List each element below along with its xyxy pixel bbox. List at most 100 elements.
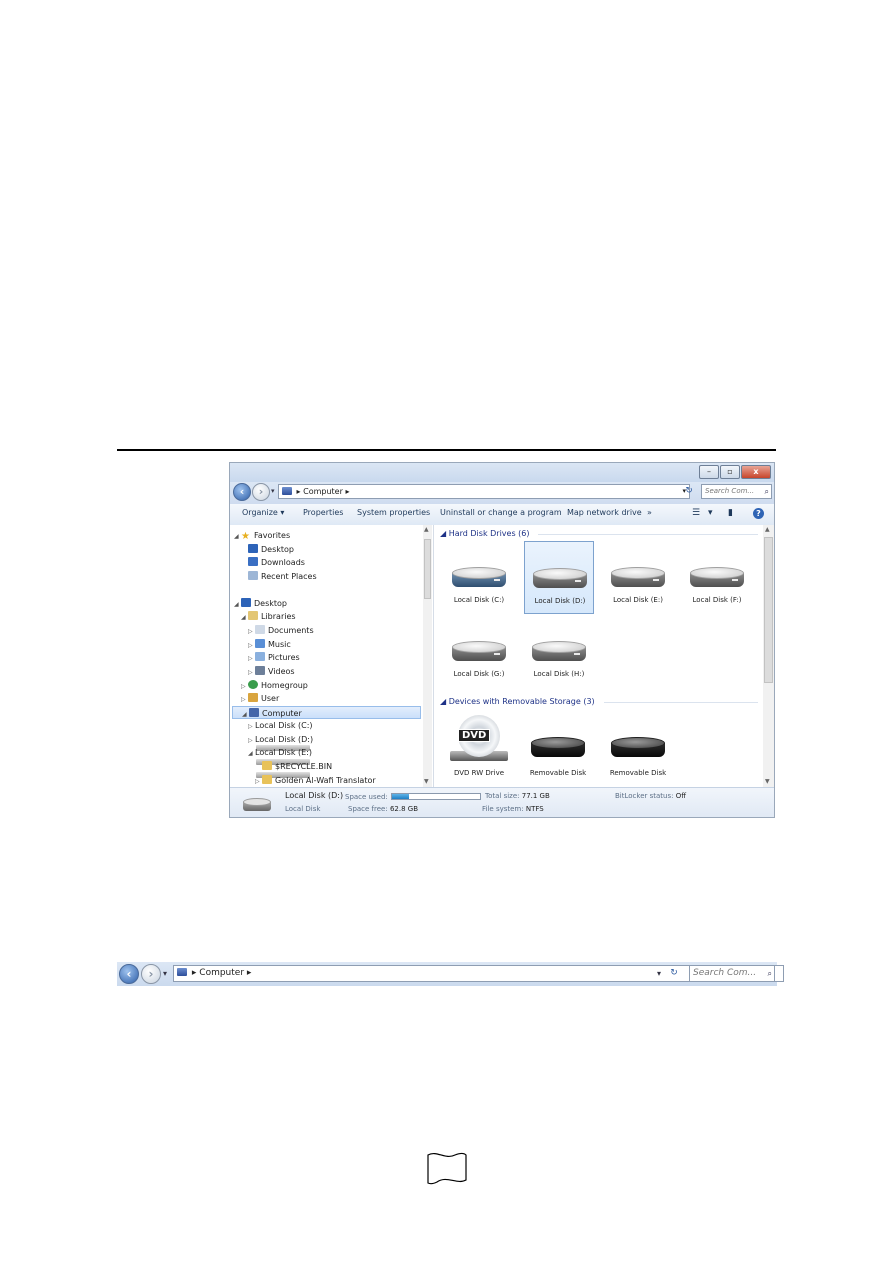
map-network-drive-button[interactable]: Map network drive (567, 508, 642, 517)
address-separator[interactable]: ▸ (345, 487, 349, 496)
drive-label: Local Disk (G:) (453, 670, 505, 678)
address-separator[interactable]: ▸ (247, 968, 252, 978)
address-separator[interactable]: ▸ (192, 968, 197, 978)
address-separator[interactable]: ▸ (297, 487, 301, 496)
computer-icon (177, 968, 187, 976)
nav-item-label: Libraries (261, 612, 296, 621)
refresh-icon[interactable]: ↻ (667, 965, 681, 982)
nav-item-label: Local Disk (D:) (255, 735, 314, 744)
nav-item[interactable]: Desktop (241, 543, 294, 556)
nav-item[interactable]: $RECYCLE.BIN (255, 760, 332, 773)
nav-item[interactable]: ▷ Local Disk (C:) (248, 719, 313, 751)
drive-tile[interactable]: Local Disk (E:) (603, 541, 673, 614)
close-button[interactable]: x (741, 465, 771, 479)
change-view-icon[interactable]: ☰ (692, 508, 700, 518)
nav-item[interactable]: ▷ Music (248, 638, 291, 651)
videos-icon (255, 666, 265, 675)
content-scrollbar[interactable]: ▲ ▼ (763, 525, 774, 787)
expand-arrow-icon[interactable]: ▷ (248, 666, 255, 679)
uninstall-program-button[interactable]: Uninstall or change a program (440, 508, 562, 517)
pictures-icon (255, 652, 265, 661)
recent-places-icon (248, 571, 258, 580)
forward-button[interactable]: › (252, 483, 270, 501)
drive-icon (243, 798, 271, 814)
content-pane: ◢ Hard Disk Drives (6) Local Disk (C:) Lo… (434, 525, 774, 787)
removable-drive-tile[interactable]: Removable Disk (603, 709, 673, 782)
drive-label: Local Disk (D:) (534, 597, 586, 605)
search-icon[interactable]: ⌕ (765, 485, 769, 498)
nav-item[interactable]: ◢ Desktop (234, 597, 287, 610)
expand-arrow-icon[interactable]: ◢ (241, 611, 248, 624)
nav-item[interactable]: ▷ Videos (248, 665, 295, 678)
view-dropdown-icon[interactable]: ▾ (708, 508, 713, 518)
nav-item-label: Desktop (254, 599, 287, 608)
back-button[interactable]: ‹ (119, 964, 139, 984)
nav-item[interactable]: ▷ User (241, 692, 279, 705)
title-bar[interactable]: – ▫ x (230, 463, 774, 482)
nav-item[interactable]: Recent Places (241, 570, 317, 583)
drive-tile[interactable]: Local Disk (C:) (444, 541, 514, 614)
address-path[interactable]: Computer (199, 968, 244, 978)
expand-arrow-icon[interactable]: ▷ (241, 693, 248, 706)
nav-item[interactable]: ◢ Computer (232, 706, 421, 719)
nav-item[interactable]: ▷ Pictures (248, 651, 300, 664)
expand-arrow-icon[interactable]: ▷ (248, 625, 255, 638)
nav-item[interactable]: ▷ Documents (248, 624, 314, 637)
minimize-button[interactable]: – (699, 465, 719, 479)
details-pane: Local Disk (D:) Space used: Total size: … (230, 787, 774, 817)
recent-pages-dropdown-icon[interactable]: ▾ (271, 487, 275, 495)
address-dropdown-icon[interactable]: ▾ (657, 969, 661, 978)
nav-item[interactable]: ▷ Homegroup (241, 679, 308, 692)
system-properties-button[interactable]: System properties (357, 508, 430, 517)
group-header-hard-disks[interactable]: ◢ Hard Disk Drives (6) (440, 529, 530, 538)
command-bar: Organize ▾ Properties System properties … (230, 504, 774, 526)
properties-button[interactable]: Properties (303, 508, 343, 517)
address-path[interactable]: Computer (303, 487, 343, 496)
nav-item[interactable]: ▷ Golden Al-Wafi Translator (255, 774, 376, 787)
nav-item-label: User (261, 694, 280, 703)
drive-tile[interactable]: Local Disk (F:) (682, 541, 752, 614)
navigation-scrollbar[interactable]: ▲ ▼ (423, 525, 432, 787)
more-commands-button[interactable]: » (647, 508, 652, 517)
hard-disk-icon (532, 641, 586, 663)
removable-drive-tile[interactable]: Removable Disk (523, 709, 593, 782)
search-icon[interactable]: ⌕ (768, 966, 772, 981)
nav-item[interactable]: ◢ ★ Favorites (234, 529, 290, 542)
nav-item[interactable]: Downloads (241, 556, 305, 569)
drive-label: Removable Disk (609, 769, 667, 777)
explorer-window: – ▫ x ‹ › ▾ ▸ Computer ▸ ▾ ↻ Search Com.… (229, 462, 775, 818)
recent-pages-dropdown-icon[interactable]: ▾ (163, 969, 167, 978)
scrollbar-thumb[interactable] (424, 539, 431, 599)
expand-arrow-icon[interactable]: ◢ (234, 598, 241, 611)
address-bar[interactable]: ▸ Computer ▸ ▾ (278, 484, 690, 499)
group-header-removable[interactable]: ◢ Devices with Removable Storage (3) (440, 697, 595, 706)
hard-disk-icon (452, 641, 506, 663)
refresh-icon[interactable]: ↻ (682, 484, 696, 499)
drive-tile[interactable]: Local Disk (G:) (444, 615, 514, 688)
search-input[interactable]: Search Com... ⌕ (689, 965, 775, 982)
removable-drive-tile[interactable]: DVD DVD RW Drive (444, 709, 514, 782)
documents-icon (255, 625, 265, 634)
scrollbar-thumb[interactable] (764, 537, 773, 683)
organize-button[interactable]: Organize ▾ (242, 508, 284, 517)
preview-pane-icon[interactable]: ▮ (728, 508, 733, 518)
downloads-icon (248, 557, 258, 566)
expand-arrow-icon[interactable]: ◢ (234, 530, 241, 543)
address-row: ‹ › ▾ ▸ Computer ▸ ▾ ↻ Search Com... ⌕ (230, 482, 774, 504)
drive-tile[interactable]: Local Disk (H:) (524, 615, 594, 688)
nav-item[interactable]: ◢ Local Disk (E:) (248, 746, 312, 778)
desktop-icon (248, 544, 258, 553)
back-button[interactable]: ‹ (233, 483, 251, 501)
expand-arrow-icon[interactable]: ▷ (248, 652, 255, 665)
nav-item[interactable]: ◢ Libraries (241, 610, 296, 623)
expand-arrow-icon[interactable]: ▷ (248, 720, 255, 733)
expand-arrow-icon[interactable]: ◢ (248, 747, 255, 760)
search-input[interactable]: Search Com... ⌕ (701, 484, 772, 499)
nav-item[interactable]: ▷ Local Disk (D:) (248, 733, 314, 765)
dvd-badge: DVD (458, 729, 491, 742)
forward-button[interactable]: › (141, 964, 161, 984)
maximize-button[interactable]: ▫ (720, 465, 740, 479)
help-icon[interactable]: ? (753, 508, 764, 519)
expand-arrow-icon[interactable]: ▷ (255, 775, 262, 787)
drive-tile[interactable]: Local Disk (D:) (524, 541, 594, 614)
